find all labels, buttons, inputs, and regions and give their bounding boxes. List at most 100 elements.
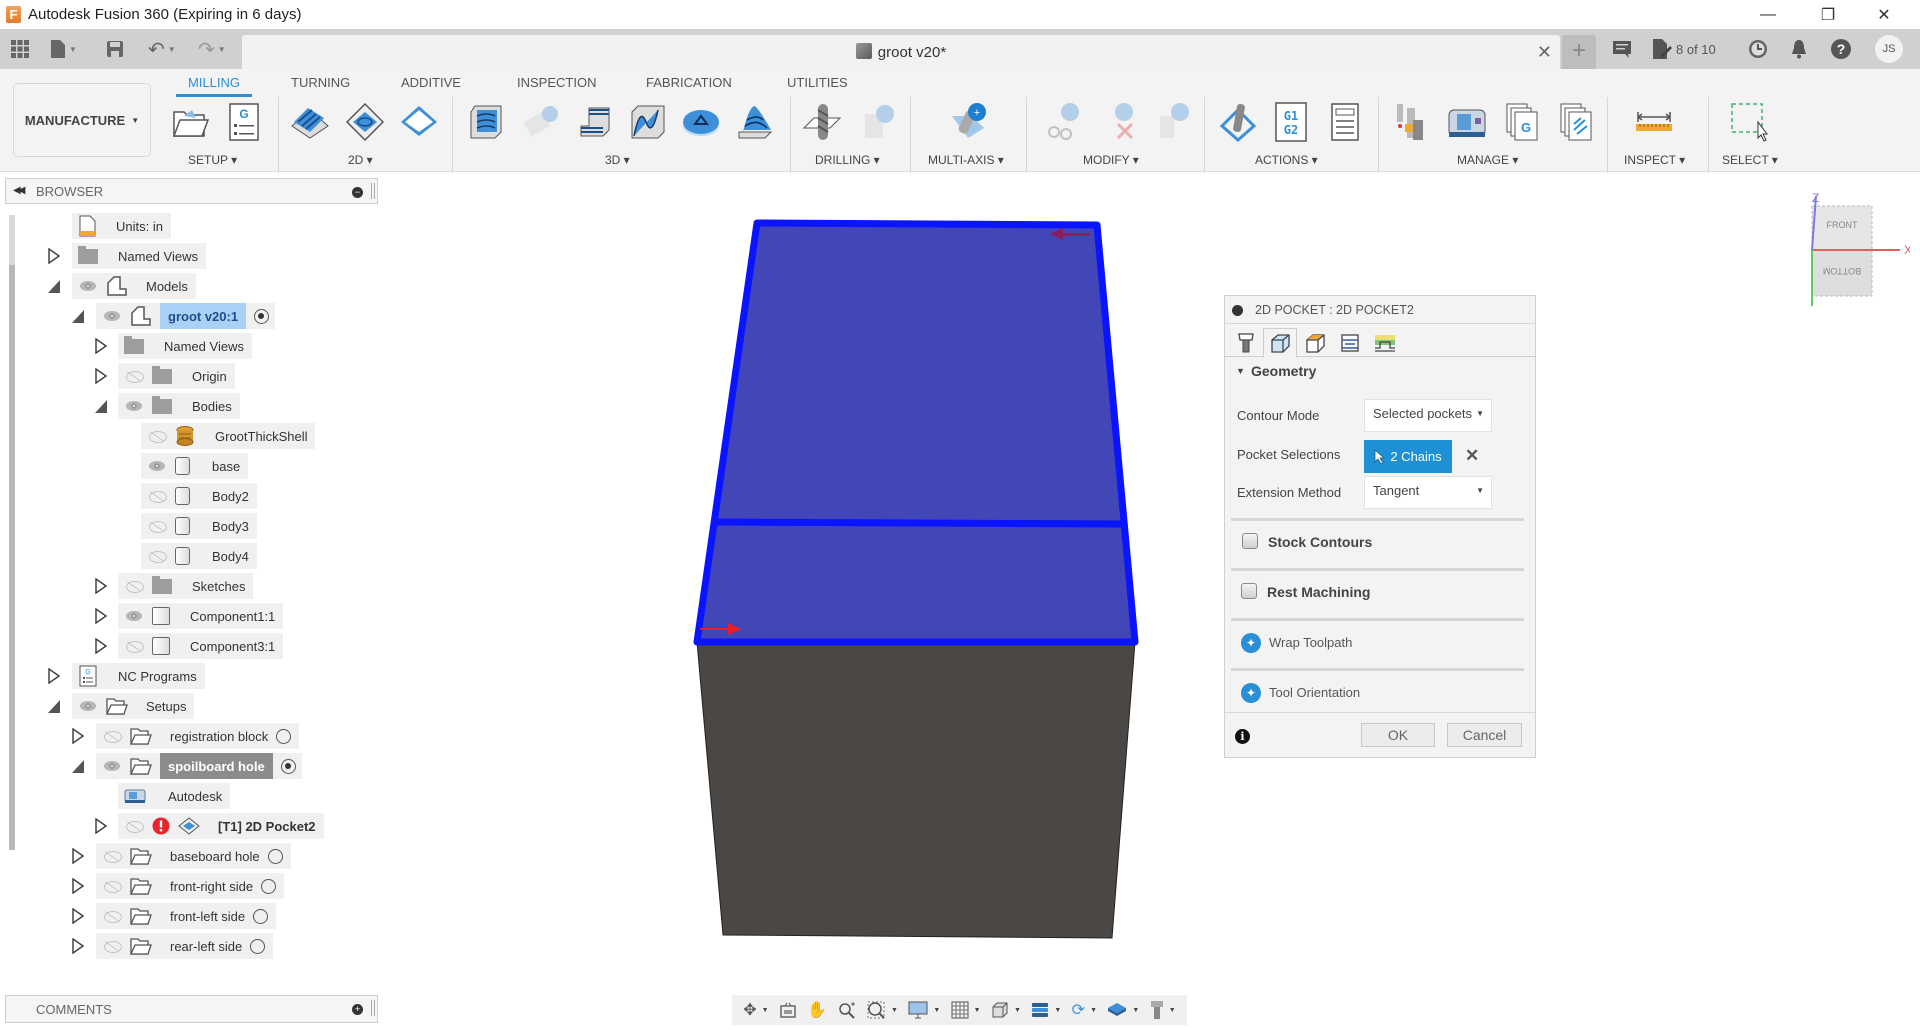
setup-sheet-icon[interactable] bbox=[1325, 102, 1365, 142]
document-tab[interactable]: groot v20* ✕ bbox=[242, 35, 1560, 69]
wrap-toolpath-label[interactable]: Wrap Toolpath bbox=[1269, 635, 1352, 650]
tree-item-machine[interactable]: Autodesk bbox=[118, 783, 231, 809]
2d-adaptive-icon[interactable] bbox=[290, 102, 330, 142]
visibility-off-icon[interactable] bbox=[147, 520, 167, 533]
tree-item-operation-2d-pocket2[interactable]: [T1] 2D Pocket2 bbox=[118, 813, 324, 839]
expand-icon[interactable] bbox=[71, 908, 85, 924]
pencil-icon[interactable] bbox=[735, 102, 775, 142]
tree-item-body3[interactable]: Body3 bbox=[141, 513, 257, 539]
zoom-button[interactable] bbox=[838, 1001, 856, 1019]
group-modify[interactable]: MODIFY ▾ bbox=[1083, 153, 1139, 167]
face-icon[interactable] bbox=[399, 102, 439, 142]
tool-display-button[interactable]: ▼ bbox=[1150, 1000, 1176, 1020]
hole-recognition-disabled-icon[interactable] bbox=[857, 102, 897, 142]
visibility-off-icon[interactable] bbox=[102, 880, 122, 893]
minimize-button[interactable]: — bbox=[1740, 0, 1796, 29]
visibility-off-icon[interactable] bbox=[102, 850, 122, 863]
fit-button[interactable]: ▼ bbox=[866, 1000, 898, 1020]
data-panel-button[interactable] bbox=[10, 29, 30, 69]
ok-button[interactable]: OK bbox=[1361, 723, 1435, 747]
parallel-icon[interactable] bbox=[628, 102, 668, 142]
drill-icon[interactable] bbox=[802, 102, 842, 142]
selected-chain-outer[interactable] bbox=[693, 219, 1139, 646]
collapse-dialog-icon[interactable] bbox=[1232, 305, 1243, 316]
group-select[interactable]: SELECT ▾ bbox=[1722, 153, 1778, 167]
tree-item-setups[interactable]: Setups bbox=[72, 693, 195, 719]
tool-orientation-label[interactable]: Tool Orientation bbox=[1269, 685, 1360, 700]
tree-item-setup-front-right-side[interactable]: front-right side bbox=[96, 873, 285, 899]
tree-item-origin[interactable]: Origin bbox=[118, 363, 235, 389]
panel-grip-handle[interactable] bbox=[371, 1000, 375, 1016]
activate-radio[interactable] bbox=[250, 938, 266, 954]
history-button[interactable] bbox=[1748, 29, 1768, 69]
expand-icon[interactable] bbox=[94, 368, 108, 384]
collapse-icon[interactable] bbox=[71, 758, 85, 774]
visibility-off-icon[interactable] bbox=[102, 910, 122, 923]
measure-icon[interactable] bbox=[1634, 102, 1674, 142]
section-geometry-title[interactable]: Geometry bbox=[1251, 363, 1316, 379]
group-2d[interactable]: 2D ▾ bbox=[348, 153, 373, 167]
viewports-button[interactable]: ▼ bbox=[991, 1001, 1021, 1019]
tree-item-setup-registration-block[interactable]: registration block bbox=[96, 723, 300, 749]
activate-radio[interactable] bbox=[254, 308, 270, 324]
collapse-icon[interactable] bbox=[71, 308, 85, 324]
expand-icon[interactable] bbox=[47, 248, 61, 264]
tree-item-setup-spoilboard-hole[interactable]: spoilboard hole bbox=[96, 753, 302, 779]
tree-item-setup-baseboard-hole[interactable]: baseboard hole bbox=[96, 843, 291, 869]
tree-item-named-views-child[interactable]: Named Views bbox=[118, 333, 252, 359]
delete-disabled-icon[interactable] bbox=[1098, 102, 1138, 142]
3d-adaptive-icon[interactable] bbox=[467, 102, 507, 142]
add-comment-icon[interactable]: + bbox=[352, 1004, 363, 1015]
visibility-on-icon[interactable] bbox=[102, 310, 122, 322]
reverse-disabled-icon[interactable] bbox=[1152, 102, 1192, 142]
minimize-panel-icon[interactable]: − bbox=[352, 187, 363, 198]
expand-icon[interactable] bbox=[94, 578, 108, 594]
activate-radio[interactable] bbox=[280, 758, 296, 774]
expand-icon[interactable] bbox=[47, 668, 61, 684]
pan-button[interactable]: ✋ bbox=[807, 1000, 827, 1020]
visibility-off-icon[interactable] bbox=[102, 730, 122, 743]
tree-item-component1[interactable]: Component1:1 bbox=[118, 603, 284, 629]
view-cube[interactable]: FRONT BOTTOM X Z bbox=[1800, 190, 1910, 310]
new-setup-icon[interactable] bbox=[170, 102, 210, 142]
visibility-on-icon[interactable] bbox=[78, 280, 98, 292]
group-actions[interactable]: ACTIONS ▾ bbox=[1255, 153, 1318, 167]
expand-icon[interactable] bbox=[71, 728, 85, 744]
visibility-off-icon[interactable] bbox=[147, 490, 167, 503]
group-manage[interactable]: MANAGE ▾ bbox=[1457, 153, 1518, 167]
tree-item-groot-model[interactable]: groot v20:1 bbox=[96, 303, 276, 329]
cancel-button[interactable]: Cancel bbox=[1447, 723, 1522, 747]
template-library-icon[interactable] bbox=[1555, 102, 1595, 142]
2d-pocket-icon[interactable] bbox=[345, 102, 385, 142]
tree-item-sketches[interactable]: Sketches bbox=[118, 573, 254, 599]
tree-item-body-base[interactable]: base bbox=[141, 453, 249, 479]
collapse-icon[interactable] bbox=[47, 698, 61, 714]
window-select-icon[interactable] bbox=[1730, 102, 1770, 142]
group-setup[interactable]: SETUP ▾ bbox=[188, 153, 237, 167]
comments-panel-header[interactable]: COMMENTS + bbox=[5, 995, 378, 1023]
machine-library-icon[interactable] bbox=[1447, 102, 1487, 142]
rest-machining-checkbox[interactable] bbox=[1241, 583, 1257, 599]
new-tab-button[interactable]: + bbox=[1562, 35, 1596, 69]
tab-utilities[interactable]: UTILITIES bbox=[787, 75, 848, 90]
group-3d[interactable]: 3D ▾ bbox=[605, 153, 630, 167]
stock-contours-label[interactable]: Stock Contours bbox=[1268, 534, 1372, 550]
tab-additive[interactable]: ADDITIVE bbox=[401, 75, 461, 90]
stock-contours-checkbox[interactable] bbox=[1242, 533, 1258, 549]
expand-icon[interactable] bbox=[94, 608, 108, 624]
expand-icon[interactable] bbox=[94, 818, 108, 834]
tab-milling[interactable]: MILLING bbox=[188, 75, 240, 90]
tool-library-icon[interactable] bbox=[1393, 102, 1433, 142]
collapse-panel-icon[interactable]: ◀◀ bbox=[13, 185, 26, 196]
model-top-face[interactable] bbox=[697, 223, 1135, 642]
activate-radio[interactable] bbox=[261, 878, 277, 894]
tree-item-units[interactable]: Units: in bbox=[72, 213, 171, 239]
save-button[interactable] bbox=[106, 29, 124, 69]
tree-item-setup-front-left-side[interactable]: front-left side bbox=[96, 903, 277, 929]
multi-axis-icon[interactable]: + bbox=[948, 102, 988, 142]
tree-item-models[interactable]: Models bbox=[72, 273, 196, 299]
orbit-button[interactable]: ✥ ▼ bbox=[743, 1000, 768, 1020]
visibility-on-icon[interactable] bbox=[124, 400, 144, 412]
panel-grip-handle[interactable] bbox=[371, 183, 375, 199]
dialog-header[interactable]: 2D POCKET : 2D POCKET2 bbox=[1225, 296, 1535, 324]
